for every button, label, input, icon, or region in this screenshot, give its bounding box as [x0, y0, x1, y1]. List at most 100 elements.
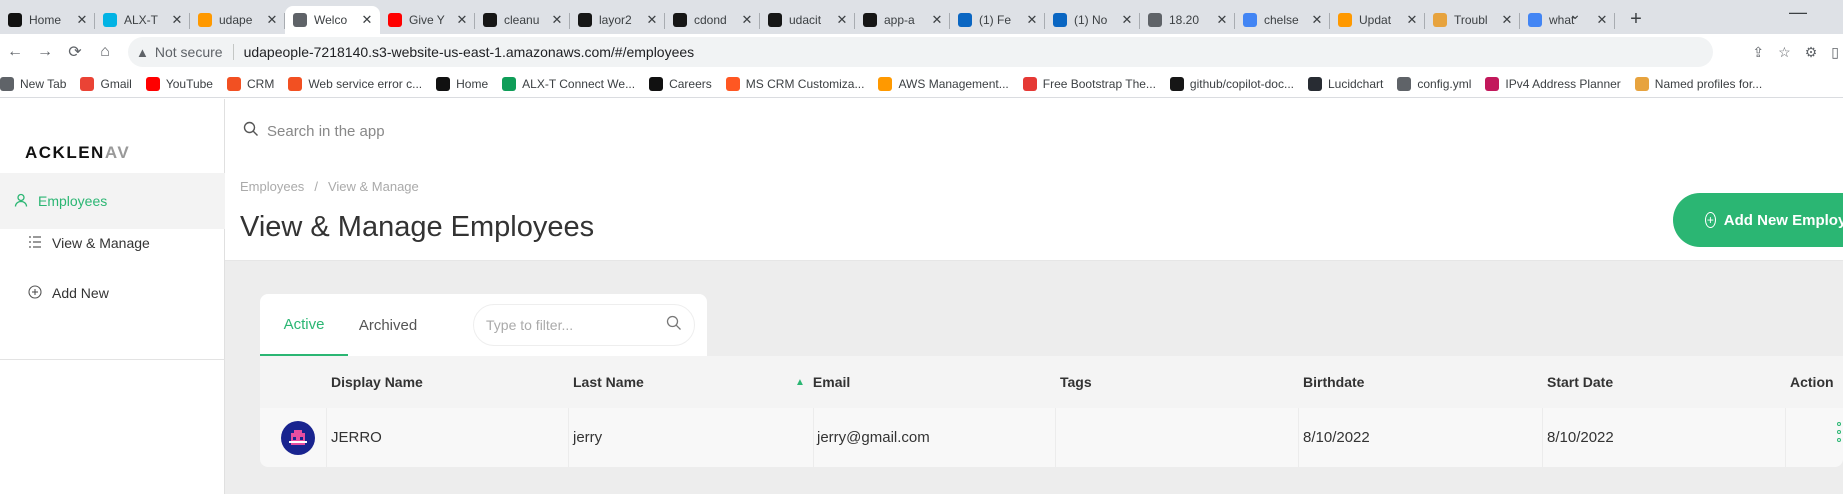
- close-tab-icon[interactable]: ✕: [1215, 12, 1229, 28]
- filter-input[interactable]: Type to filter...: [473, 304, 695, 346]
- close-tab-icon[interactable]: ✕: [1025, 12, 1039, 28]
- sidebar-item-add-new[interactable]: Add New: [0, 265, 225, 321]
- browser-tab[interactable]: chelse ✕: [1235, 6, 1330, 34]
- bookmark-item[interactable]: CRM: [226, 76, 274, 91]
- close-tab-icon[interactable]: ✕: [1500, 12, 1514, 28]
- bookmark-item[interactable]: Free Bootstrap The...: [1022, 76, 1156, 91]
- security-label[interactable]: Not secure: [155, 44, 223, 60]
- browser-tab[interactable]: Home ✕: [0, 6, 95, 34]
- tab-archived[interactable]: Archived: [348, 294, 428, 356]
- bookmark-item[interactable]: MS CRM Customiza...: [725, 76, 864, 91]
- browser-tab[interactable]: 18.20 ✕: [1140, 6, 1235, 34]
- close-tab-icon[interactable]: ✕: [930, 12, 944, 28]
- bookmark-item[interactable]: YouTube: [145, 76, 213, 91]
- bookmark-item[interactable]: Named profiles for...: [1634, 76, 1762, 91]
- filter-tabs-card: Active Archived Type to filter...: [260, 294, 707, 356]
- tab-active[interactable]: Active: [260, 294, 348, 356]
- share-icon[interactable]: ⇪: [1752, 44, 1764, 61]
- sidebar-item-view-manage[interactable]: View & Manage: [0, 215, 225, 271]
- bookmark-item[interactable]: Web service error c...: [288, 76, 422, 91]
- breadcrumb-item[interactable]: Employees: [240, 179, 304, 194]
- blogger-icon: [725, 76, 740, 91]
- bookmark-item[interactable]: config.yml: [1397, 76, 1471, 91]
- browser-tab[interactable]: (1) Fe ✕: [950, 6, 1045, 34]
- close-tab-icon[interactable]: ✕: [170, 12, 184, 28]
- forward-arrow-icon[interactable]: →: [30, 43, 60, 61]
- new-tab-icon[interactable]: +: [1621, 8, 1651, 31]
- close-tab-icon[interactable]: ✕: [1595, 12, 1609, 28]
- close-tab-icon[interactable]: ✕: [645, 12, 659, 28]
- close-tab-icon[interactable]: ✕: [455, 12, 469, 28]
- browser-tab[interactable]: Welco ✕: [285, 6, 380, 34]
- home-icon[interactable]: ⌂: [90, 43, 120, 61]
- address-bar[interactable]: ▲ Not secure udapeople-7218140.s3-websit…: [128, 37, 1713, 67]
- browser-tab[interactable]: Troubl ✕: [1425, 6, 1520, 34]
- reload-icon[interactable]: ⟳: [60, 42, 90, 62]
- close-tab-icon[interactable]: ✕: [360, 12, 374, 28]
- column-header-email[interactable]: ▲ Email: [795, 356, 850, 408]
- browser-tab[interactable]: what ✕: [1520, 6, 1615, 34]
- browser-tab[interactable]: udacit ✕: [760, 6, 855, 34]
- close-tab-icon[interactable]: ✕: [835, 12, 849, 28]
- column-header-display-name[interactable]: Display Name: [331, 356, 423, 408]
- table-row[interactable]: JERRO jerry jerry@gmail.com 8/10/2022 8/…: [260, 408, 1843, 467]
- aws-docs-icon: [1634, 76, 1649, 91]
- address-divider: [232, 44, 234, 60]
- close-tab-icon[interactable]: ✕: [1120, 12, 1134, 28]
- app-search[interactable]: Search in the app: [225, 99, 1843, 163]
- browser-tab[interactable]: Updat ✕: [1330, 6, 1425, 34]
- url-text[interactable]: udapeople-7218140.s3-website-us-east-1.a…: [244, 44, 695, 60]
- windows-icon: [288, 76, 303, 91]
- close-tab-icon[interactable]: ✕: [1310, 12, 1324, 28]
- close-tab-icon[interactable]: ✕: [75, 12, 89, 28]
- column-header-birthdate[interactable]: Birthdate: [1303, 356, 1364, 408]
- tab-search-chevron-icon[interactable]: ⌄: [1569, 6, 1581, 23]
- add-new-employee-button[interactable]: + Add New Employee: [1673, 193, 1843, 247]
- row-actions-menu-icon[interactable]: [1834, 422, 1843, 442]
- minimize-window-icon[interactable]: —: [1789, 2, 1807, 23]
- alx-icon: [436, 76, 451, 91]
- warning-icon[interactable]: ▲: [136, 45, 149, 60]
- close-tab-icon[interactable]: ✕: [265, 12, 279, 28]
- browser-tab[interactable]: ALX-T ✕: [95, 6, 190, 34]
- bookmark-item[interactable]: AWS Management...: [878, 76, 1009, 91]
- search-icon[interactable]: [666, 315, 682, 336]
- side-panel-icon[interactable]: ▯: [1831, 44, 1839, 61]
- bookmark-item[interactable]: Lucidchart: [1307, 76, 1383, 91]
- close-tab-icon[interactable]: ✕: [550, 12, 564, 28]
- bookmark-item[interactable]: github/copilot-doc...: [1169, 76, 1294, 91]
- youtube-icon: [388, 13, 402, 27]
- breadcrumb-item[interactable]: View & Manage: [328, 179, 419, 194]
- browser-tab[interactable]: (1) No ✕: [1045, 6, 1140, 34]
- column-divider: [1055, 408, 1056, 467]
- bookmark-star-icon[interactable]: ☆: [1778, 44, 1791, 61]
- close-tab-icon[interactable]: ✕: [740, 12, 754, 28]
- browser-tab[interactable]: cdond ✕: [665, 6, 760, 34]
- column-header-last-name[interactable]: Last Name: [573, 356, 644, 408]
- browser-tab[interactable]: layor2 ✕: [570, 6, 665, 34]
- close-tab-icon[interactable]: ✕: [1405, 12, 1419, 28]
- extensions-icon[interactable]: ⚙: [1805, 44, 1818, 61]
- logo-text-faded: AV: [104, 143, 131, 162]
- windows-icon: [226, 76, 241, 91]
- bookmark-label: Gmail: [100, 76, 132, 91]
- bookmark-item[interactable]: Home: [436, 76, 488, 91]
- bookmark-item[interactable]: Careers: [649, 76, 712, 91]
- bookmark-item[interactable]: IPv4 Address Planner: [1485, 76, 1621, 91]
- column-header-tags[interactable]: Tags: [1060, 356, 1092, 408]
- bookmark-item[interactable]: ALX-T Connect We...: [502, 76, 635, 91]
- browser-tab-strip: Home ✕ ALX-T ✕ udape ✕ Welco ✕ Give Y ✕ cleanu ✕ lay…: [0, 0, 1843, 34]
- employee-list-panel: Active Archived Type to filter... Displa…: [225, 261, 1843, 494]
- globe-icon: [293, 13, 307, 27]
- search-input[interactable]: Search in the app: [267, 123, 385, 140]
- browser-tab[interactable]: Give Y ✕: [380, 6, 475, 34]
- bookmark-item[interactable]: Gmail: [80, 76, 132, 91]
- browser-tab[interactable]: app-a ✕: [855, 6, 950, 34]
- cell-display-name: JERRO: [331, 429, 382, 446]
- app-logo[interactable]: ACKLENAV: [25, 143, 130, 163]
- bookmark-item[interactable]: New Tab: [0, 76, 66, 91]
- back-arrow-icon[interactable]: ←: [0, 43, 30, 61]
- browser-tab[interactable]: cleanu ✕: [475, 6, 570, 34]
- browser-tab[interactable]: udape ✕: [190, 6, 285, 34]
- column-header-start-date[interactable]: Start Date: [1547, 356, 1613, 408]
